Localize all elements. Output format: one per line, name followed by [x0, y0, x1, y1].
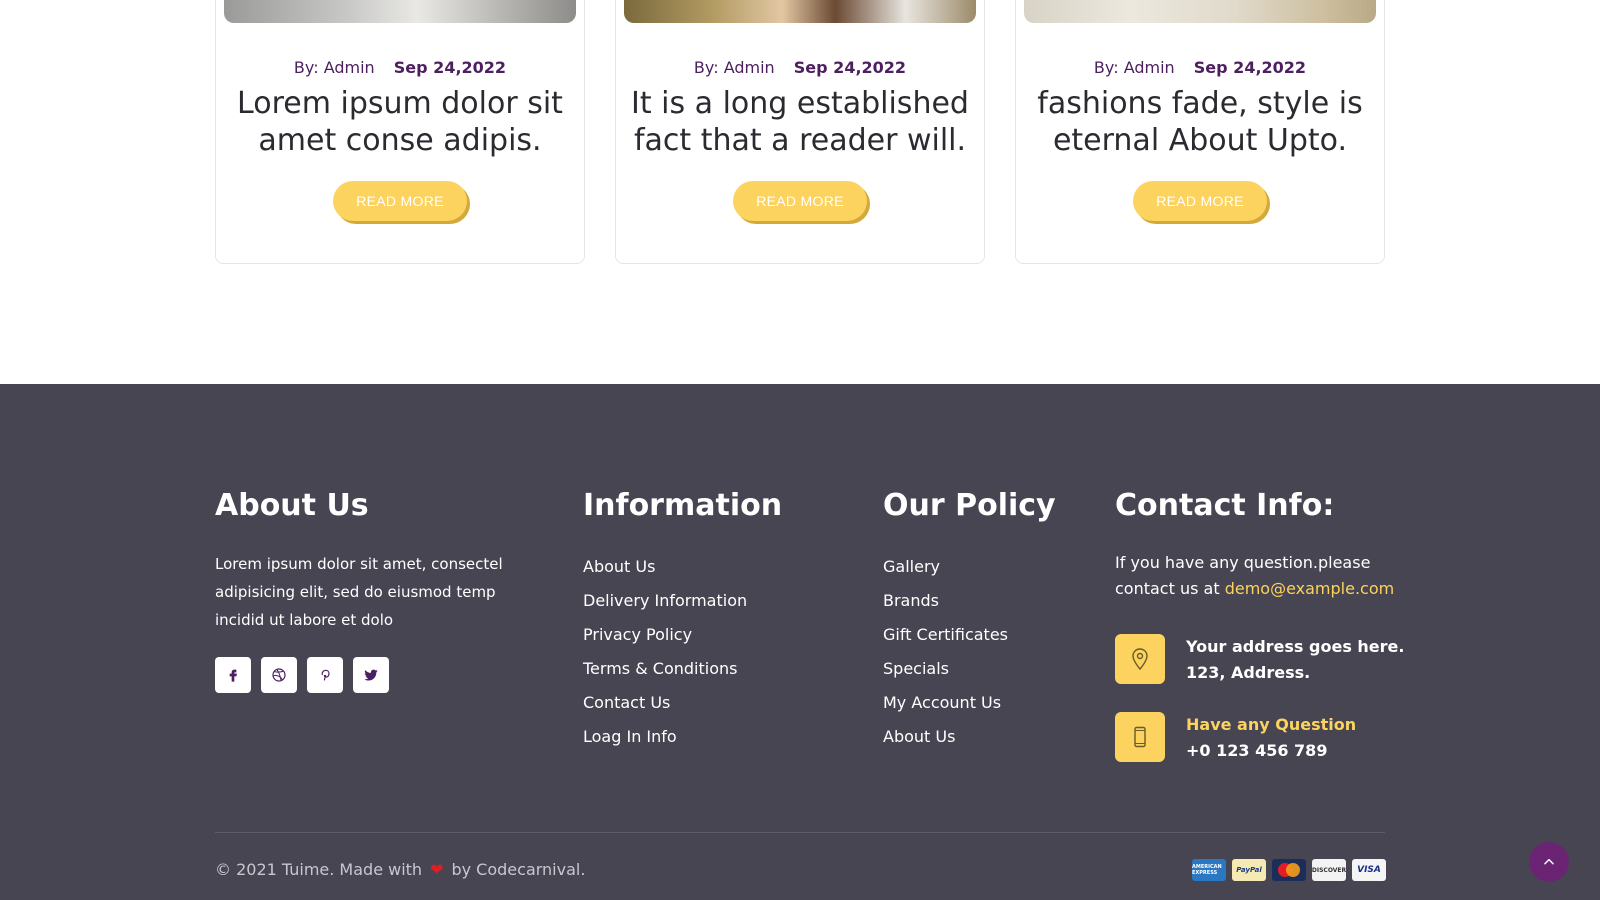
policy-links: Gallery Brands Gift Certificates Special… — [883, 550, 1008, 754]
amex-icon: AMERICAN EXPRESS — [1192, 859, 1226, 881]
blog-card-image[interactable] — [224, 0, 576, 23]
footer-link-terms-conditions[interactable]: Terms & Conditions — [583, 652, 747, 686]
contact-email-link[interactable]: demo@example.com — [1225, 579, 1395, 598]
social-links — [215, 657, 389, 693]
paypal-icon: PayPal — [1232, 859, 1266, 881]
blog-card: By: Admin Sep 24,2022 It is a long estab… — [615, 0, 985, 264]
address-line-2: 123, Address. — [1186, 663, 1311, 682]
post-title[interactable]: fashions fade, style is eternal About Up… — [1026, 85, 1374, 159]
footer-link-brands[interactable]: Brands — [883, 584, 1008, 618]
footer-link-login-info[interactable]: Loag In Info — [583, 720, 747, 754]
post-author[interactable]: By: Admin — [1094, 58, 1175, 77]
blog-card-image[interactable] — [1024, 0, 1376, 23]
post-date: Sep 24,2022 — [393, 58, 507, 77]
footer-divider — [215, 832, 1385, 833]
post-author[interactable]: By: Admin — [694, 58, 775, 77]
address-lines: Your address goes here. 123, Address. — [1186, 634, 1404, 686]
contact-text: If you have any question.please contact … — [1115, 553, 1395, 598]
read-more-button[interactable]: READ MORE — [733, 181, 867, 221]
heart-icon: ❤ — [430, 860, 444, 879]
chevron-up-icon — [1544, 858, 1554, 865]
footer-link-about-us[interactable]: About Us — [583, 550, 747, 584]
post-author[interactable]: By: Admin — [294, 58, 375, 77]
visa-icon: VISA — [1352, 859, 1386, 881]
facebook-icon[interactable] — [215, 657, 251, 693]
phone-number[interactable]: +0 123 456 789 — [1186, 738, 1356, 764]
discover-icon: DISCOVER — [1312, 859, 1346, 881]
blog-card-meta: By: Admin Sep 24,2022 — [216, 58, 584, 77]
post-date: Sep 24,2022 — [793, 58, 907, 77]
phone-row: Have any Question +0 123 456 789 — [1115, 712, 1356, 764]
blog-section: By: Admin Sep 24,2022 Lorem ipsum dolor … — [0, 0, 1600, 384]
blog-card-image[interactable] — [624, 0, 976, 23]
footer-link-delivery-information[interactable]: Delivery Information — [583, 584, 747, 618]
footer-link-contact-us[interactable]: Contact Us — [583, 686, 747, 720]
credit-link[interactable]: by Codecarnival. — [451, 860, 585, 879]
blog-card-meta: By: Admin Sep 24,2022 — [1016, 58, 1384, 77]
payment-methods: AMERICAN EXPRESS PayPal DISCOVER VISA — [1192, 859, 1386, 881]
blog-card-meta: By: Admin Sep 24,2022 — [616, 58, 984, 77]
back-to-top-button[interactable] — [1529, 842, 1569, 882]
footer-link-privacy-policy[interactable]: Privacy Policy — [583, 618, 747, 652]
address-row: Your address goes here. 123, Address. — [1115, 634, 1404, 686]
read-more-button[interactable]: READ MORE — [333, 181, 467, 221]
map-pin-icon — [1115, 634, 1165, 684]
read-more-button[interactable]: READ MORE — [1133, 181, 1267, 221]
site-footer: About Us Lorem ipsum dolor sit amet, con… — [0, 384, 1600, 900]
footer-link-gallery[interactable]: Gallery — [883, 550, 1008, 584]
about-title: About Us — [215, 488, 369, 523]
twitter-icon[interactable] — [353, 657, 389, 693]
blog-card: By: Admin Sep 24,2022 fashions fade, sty… — [1015, 0, 1385, 264]
phone-lines: Have any Question +0 123 456 789 — [1186, 712, 1356, 764]
dribbble-icon[interactable] — [261, 657, 297, 693]
post-date: Sep 24,2022 — [1193, 58, 1307, 77]
footer-link-my-account[interactable]: My Account Us — [883, 686, 1008, 720]
information-title: Information — [583, 488, 783, 523]
address-line-1: Your address goes here. — [1186, 637, 1405, 656]
blog-card: By: Admin Sep 24,2022 Lorem ipsum dolor … — [215, 0, 585, 264]
post-title[interactable]: Lorem ipsum dolor sit amet conse adipis. — [226, 85, 574, 159]
footer-link-gift-certificates[interactable]: Gift Certificates — [883, 618, 1008, 652]
information-links: About Us Delivery Information Privacy Po… — [583, 550, 747, 754]
copyright: © 2021 Tuime. Made with ❤ by Codecarniva… — [215, 860, 586, 879]
policy-title: Our Policy — [883, 488, 1056, 523]
footer-link-about-us-2[interactable]: About Us — [883, 720, 1008, 754]
footer-link-specials[interactable]: Specials — [883, 652, 1008, 686]
mastercard-icon — [1272, 859, 1306, 881]
post-title[interactable]: It is a long established fact that a rea… — [626, 85, 974, 159]
contact-title: Contact Info: — [1115, 488, 1335, 523]
about-text: Lorem ipsum dolor sit amet, consectel ad… — [215, 555, 503, 629]
pinterest-icon[interactable] — [307, 657, 343, 693]
mobile-phone-icon — [1115, 712, 1165, 762]
question-label: Have any Question — [1186, 715, 1357, 734]
